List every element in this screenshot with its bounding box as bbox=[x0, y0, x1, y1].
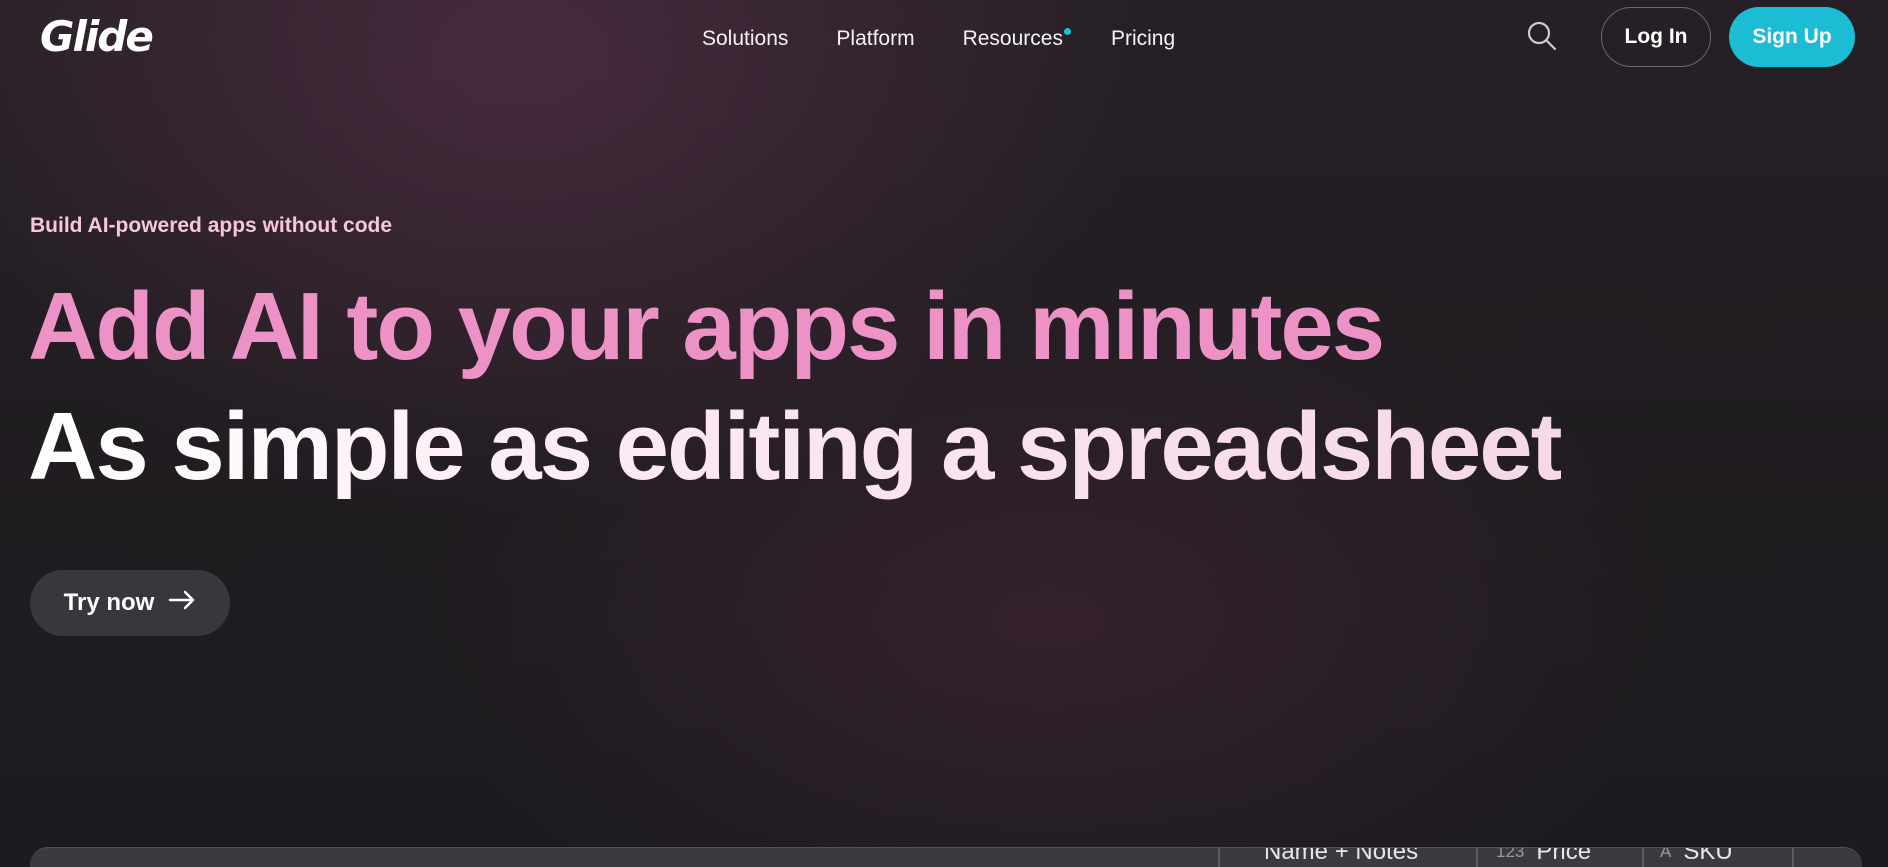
glide-logo[interactable]: Glide bbox=[40, 12, 154, 62]
column-divider bbox=[1642, 848, 1644, 867]
nav-link-solutions[interactable]: Solutions bbox=[702, 24, 788, 54]
nav-link-platform[interactable]: Platform bbox=[836, 24, 914, 54]
top-nav: Glide Solutions Platform Resources Prici… bbox=[0, 0, 1888, 76]
log-in-button[interactable]: Log In bbox=[1601, 7, 1711, 67]
column-header-price: 123 Price bbox=[1496, 847, 1592, 866]
number-type-icon: 123 bbox=[1496, 847, 1525, 861]
column-divider bbox=[1476, 848, 1478, 867]
search-icon[interactable] bbox=[1526, 20, 1558, 52]
spreadsheet-header: Name + Notes 123 Price A SKU bbox=[30, 847, 1862, 867]
page: Glide Solutions Platform Resources Prici… bbox=[0, 0, 1888, 867]
nav-link-pricing[interactable]: Pricing bbox=[1111, 24, 1175, 54]
try-now-button[interactable]: Try now bbox=[30, 570, 230, 636]
spreadsheet-preview: Name + Notes 123 Price A SKU bbox=[30, 847, 1862, 867]
try-now-label: Try now bbox=[63, 589, 155, 616]
nav-links: Solutions Platform Resources Pricing bbox=[702, 24, 1175, 54]
notification-dot bbox=[1063, 28, 1071, 35]
nav-link-resources[interactable]: Resources bbox=[962, 24, 1071, 54]
nav-link-resources-label: Resources bbox=[962, 27, 1063, 50]
column-label: SKU bbox=[1683, 847, 1733, 865]
column-divider bbox=[1218, 848, 1220, 867]
column-label: Name + Notes bbox=[1264, 847, 1419, 865]
column-divider bbox=[1792, 848, 1794, 867]
column-label: Price bbox=[1536, 847, 1592, 865]
column-header-name-notes: Name + Notes bbox=[1252, 847, 1419, 866]
hero-eyebrow: Build AI-powered apps without code bbox=[30, 214, 393, 237]
hero-headline-primary: Add AI to your apps in minutes bbox=[28, 273, 1385, 380]
arrow-right-icon bbox=[168, 589, 196, 617]
text-type-icon: A bbox=[1660, 847, 1672, 861]
column-header-sku: A SKU bbox=[1660, 847, 1733, 866]
hero-headline-secondary: As simple as editing a spreadsheet bbox=[28, 393, 1563, 500]
sign-up-button[interactable]: Sign Up bbox=[1729, 7, 1855, 67]
